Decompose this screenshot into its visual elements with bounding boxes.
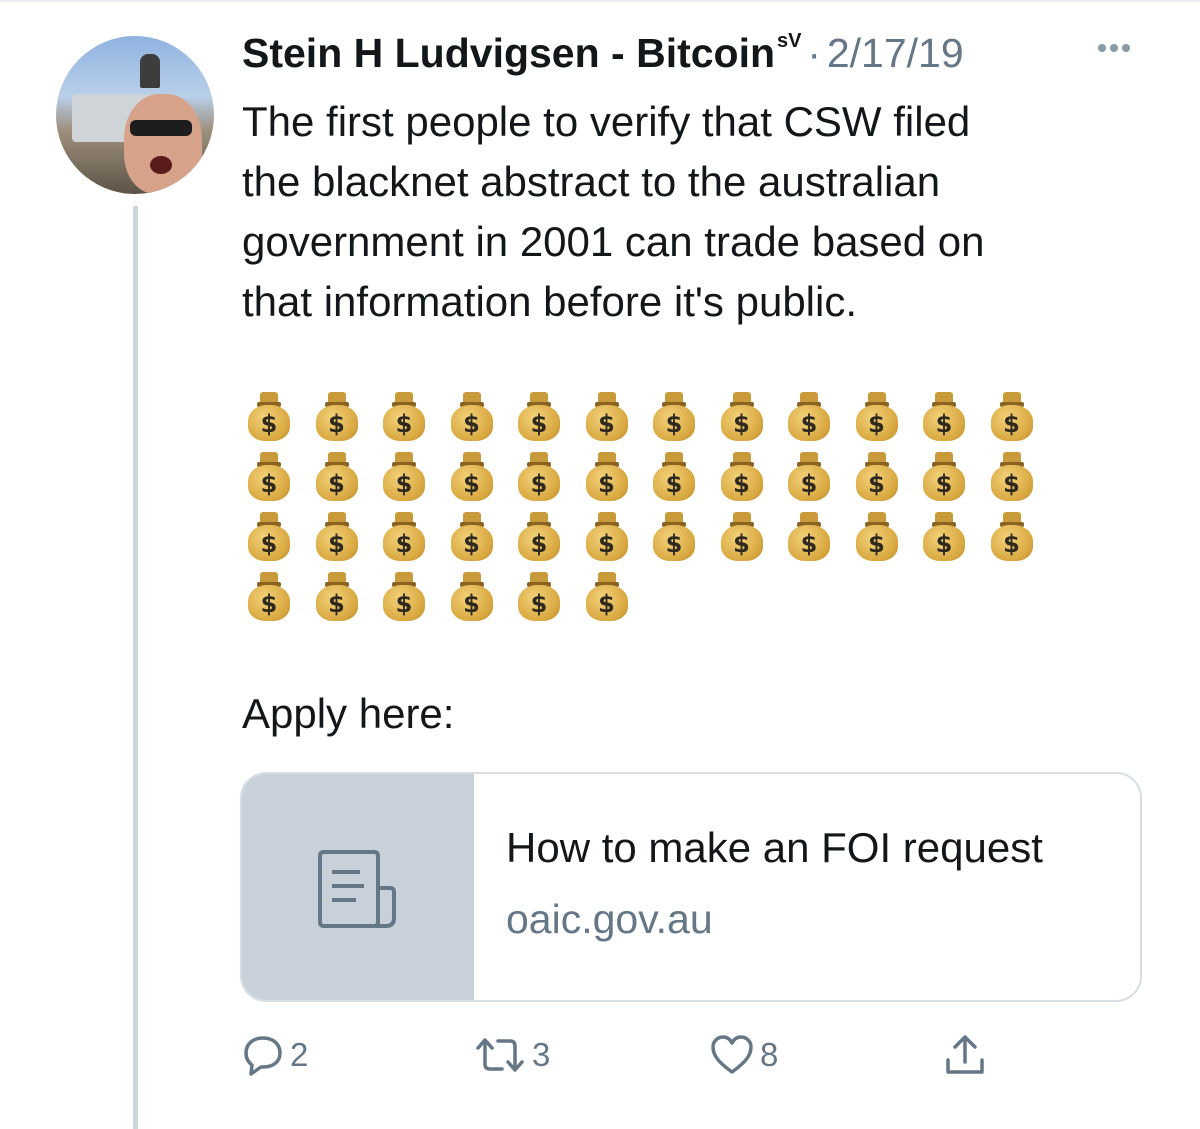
- money-bag-icon: $: [584, 508, 652, 568]
- link-card-title: How to make an FOI request: [506, 824, 1043, 871]
- avatar[interactable]: [56, 36, 214, 194]
- reply-count: 2: [290, 1036, 309, 1073]
- retweet-count: 3: [532, 1036, 551, 1073]
- link-card[interactable]: How to make an FOI request oaic.gov.au: [240, 772, 1142, 1002]
- tweet-date[interactable]: 2/17/19: [827, 30, 964, 77]
- money-bag-icon: $: [719, 388, 787, 448]
- tweet-text-line: that information before it's public.: [242, 278, 858, 325]
- money-bag-icon: $: [651, 388, 719, 448]
- apply-text: Apply here:: [242, 690, 455, 737]
- money-bag-icon: $: [449, 568, 517, 628]
- money-bag-icon: $: [786, 448, 854, 508]
- money-bag-icon: $: [854, 388, 922, 448]
- money-bag-icon: $: [314, 508, 382, 568]
- money-bag-icon: $: [854, 448, 922, 508]
- heart-icon: [711, 1035, 753, 1074]
- thread-line: [133, 206, 138, 1129]
- retweet-button[interactable]: 3: [474, 1030, 550, 1080]
- money-bag-icon: $: [246, 448, 314, 508]
- share-button[interactable]: [942, 1030, 988, 1080]
- money-bag-icon: $: [381, 388, 449, 448]
- money-bag-icon: $: [584, 388, 652, 448]
- reply-button[interactable]: 2: [242, 1030, 308, 1080]
- money-bag-icon: $: [786, 508, 854, 568]
- header-separator: ·: [807, 32, 821, 76]
- reply-icon: [244, 1036, 282, 1076]
- money-bag-icon: $: [314, 568, 382, 628]
- money-bag-icon: $: [989, 508, 1057, 568]
- money-bag-icon: $: [989, 388, 1057, 448]
- money-bag-icon: $: [449, 388, 517, 448]
- avatar-mouth: [150, 156, 172, 174]
- money-bag-icon: $: [921, 508, 989, 568]
- top-divider: [0, 0, 1200, 2]
- tweet-text-line: the blacknet abstract to the australian: [242, 158, 941, 205]
- money-bag-icon: $: [516, 568, 584, 628]
- author-name[interactable]: Stein H Ludvigsen - Bitcoin: [242, 30, 775, 77]
- money-bag-icon: $: [719, 508, 787, 568]
- money-bag-icon: $: [651, 508, 719, 568]
- money-bag-icon: $: [381, 448, 449, 508]
- money-bag-icon: $: [516, 448, 584, 508]
- money-bag-icon: $: [786, 388, 854, 448]
- money-bag-icon: $: [314, 448, 382, 508]
- link-card-domain: oaic.gov.au: [506, 896, 713, 942]
- money-bag-icon: $: [989, 448, 1057, 508]
- avatar-face: [124, 94, 202, 194]
- money-bag-icon: $: [246, 568, 314, 628]
- tweet-header: Stein H Ludvigsen - Bitcoin sV · 2/17/19: [242, 30, 964, 86]
- money-bag-icon: $: [854, 508, 922, 568]
- money-bag-icon: $: [584, 448, 652, 508]
- avatar-background-person: [140, 54, 160, 88]
- link-card-thumbnail: [242, 774, 474, 1000]
- tweet-actions: 2 3 8: [242, 1030, 1002, 1080]
- money-bag-icon: $: [381, 508, 449, 568]
- money-bag-icon: $: [651, 448, 719, 508]
- money-bag-icon: $: [719, 448, 787, 508]
- money-bag-icon: $: [449, 508, 517, 568]
- money-bag-icon: $: [584, 568, 652, 628]
- money-bag-icon: $: [246, 508, 314, 568]
- like-count: 8: [760, 1036, 779, 1073]
- money-bag-emoji-group: $ $ $ $ $ $ $ $ $ $ $ $ $ $ $ $ $ $ $ $ $ $ $ $ $ $ $ $ $ $ $ $ $ $ $ $ $ $ $ $…: [246, 388, 1116, 628]
- money-bag-icon: $: [246, 388, 314, 448]
- share-icon: [946, 1035, 984, 1074]
- like-button[interactable]: 8: [710, 1030, 778, 1080]
- author-badge: sV: [777, 30, 802, 52]
- avatar-sunglasses: [130, 120, 192, 136]
- money-bag-icon: $: [921, 448, 989, 508]
- more-options-icon[interactable]: [1098, 44, 1130, 52]
- tweet-text-line: government in 2001 can trade based on: [242, 218, 985, 265]
- money-bag-icon: $: [381, 568, 449, 628]
- document-icon: [318, 850, 396, 928]
- tweet-text-line: The first people to verify that CSW file…: [242, 98, 971, 145]
- money-bag-icon: $: [921, 388, 989, 448]
- money-bag-icon: $: [449, 448, 517, 508]
- retweet-icon: [476, 1038, 524, 1072]
- tweet-text: The first people to verify that CSW file…: [242, 92, 1142, 332]
- money-bag-icon: $: [314, 388, 382, 448]
- money-bag-icon: $: [516, 388, 584, 448]
- money-bag-icon: $: [516, 508, 584, 568]
